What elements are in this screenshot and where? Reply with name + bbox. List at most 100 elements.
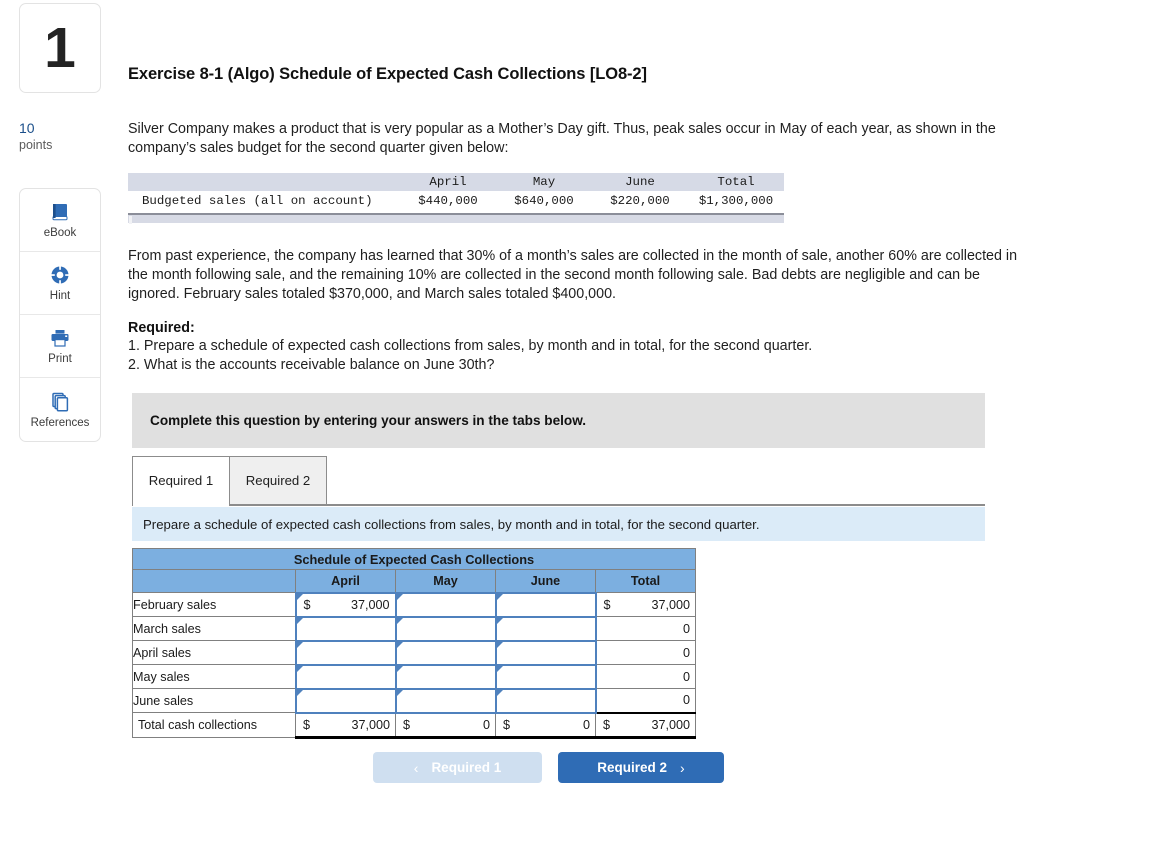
budget-row-label: Budgeted sales (all on account)	[142, 193, 373, 208]
schedule-grid-wrapper: Schedule of Expected Cash Collections Ap…	[132, 548, 696, 739]
page-title: Exercise 8-1 (Algo) Schedule of Expected…	[128, 65, 647, 83]
input-april-june[interactable]	[494, 639, 597, 666]
tab-underline	[132, 504, 985, 506]
budget-table-horizontal-scrollbar[interactable]	[128, 213, 784, 224]
table-row: April sales 0	[132, 639, 696, 666]
budgeted-sales-table: April May June Total Budgeted sales (all…	[128, 173, 784, 210]
points-label: points	[19, 138, 53, 152]
schedule-col-total: Total	[595, 569, 696, 593]
tab-required-1-label: Required 1	[148, 473, 214, 488]
copy-documents-icon	[49, 391, 71, 413]
table-row-total: Total cash collections $37,000 $0 $0 $37…	[132, 711, 696, 739]
total-june: $0	[495, 711, 596, 739]
input-june-june[interactable]	[494, 687, 597, 714]
tab-instruction-bar: Prepare a schedule of expected cash coll…	[132, 507, 985, 541]
input-february-june[interactable]	[494, 591, 597, 618]
tab-required-1[interactable]: Required 1	[132, 456, 230, 504]
cell-value: 37,000	[350, 597, 390, 612]
references-label: References	[30, 416, 90, 429]
input-march-april[interactable]	[294, 615, 397, 642]
chevron-left-icon: ‹	[413, 759, 419, 776]
question-number-box: 1	[19, 3, 101, 93]
cell-value: 0	[682, 669, 690, 684]
required-list: 1. Prepare a schedule of expected cash c…	[128, 337, 1030, 375]
schedule-col-blank	[132, 569, 296, 593]
row-label-march-sales: March sales	[132, 616, 296, 641]
cell-value: 37,000	[651, 717, 690, 732]
points-value: 10	[19, 120, 35, 136]
budget-col-may: May	[496, 173, 592, 191]
previous-required-1-button[interactable]: ‹ Required 1	[373, 752, 542, 783]
currency-symbol: $	[403, 717, 411, 732]
input-april-may[interactable]	[394, 639, 497, 666]
input-june-may[interactable]	[394, 687, 497, 714]
input-april-april[interactable]	[294, 639, 397, 666]
tab-active-notch	[133, 503, 229, 506]
life-ring-icon	[49, 264, 71, 286]
input-march-june[interactable]	[494, 615, 597, 642]
complete-question-notice: Complete this question by entering your …	[132, 393, 985, 448]
row-label-total-cash-collections: Total cash collections	[132, 712, 296, 738]
budget-header-row: April May June Total	[128, 173, 784, 191]
ebook-button[interactable]: eBook	[20, 189, 100, 252]
input-june-april[interactable]	[294, 687, 397, 714]
cell-value: 37,000	[351, 717, 390, 732]
tab-instruction-text: Prepare a schedule of expected cash coll…	[143, 516, 760, 532]
row-label-february-sales: February sales	[132, 592, 296, 617]
computed-june-total: 0	[595, 688, 696, 713]
printer-icon	[49, 327, 71, 349]
question-left-rail: 1 10 points eBook Hint Print References	[0, 0, 120, 846]
chevron-right-icon: ›	[680, 759, 685, 776]
previous-button-label: Required 1	[431, 760, 502, 775]
question-number: 1	[44, 15, 76, 80]
main-content: Exercise 8-1 (Algo) Schedule of Expected…	[128, 0, 1162, 846]
hint-label: Hint	[49, 290, 71, 302]
computed-april-total: 0	[595, 640, 696, 665]
input-february-april[interactable]: $37,000	[294, 591, 397, 618]
input-may-may[interactable]	[394, 663, 497, 690]
currency-symbol: $	[503, 717, 511, 732]
table-row: March sales 0	[132, 615, 696, 642]
complete-question-text: Complete this question by entering your …	[150, 413, 587, 428]
input-may-april[interactable]	[294, 663, 397, 690]
print-label: Print	[48, 353, 72, 365]
tab-required-2[interactable]: Required 2	[229, 456, 327, 504]
references-button[interactable]: References	[20, 378, 100, 441]
input-may-june[interactable]	[494, 663, 597, 690]
hint-button[interactable]: Hint	[20, 252, 100, 315]
tab-required-2-label: Required 2	[245, 473, 311, 488]
book-icon	[49, 201, 71, 223]
cell-value: 0	[482, 717, 490, 732]
cell-value: 0	[682, 645, 690, 660]
intro-paragraph: Silver Company makes a product that is v…	[128, 121, 996, 156]
input-march-may[interactable]	[394, 615, 497, 642]
schedule-header-row: April May June Total	[132, 569, 696, 593]
next-required-2-button[interactable]: Required 2 ›	[558, 752, 724, 783]
next-button-label: Required 2	[597, 760, 668, 775]
currency-symbol: $	[603, 597, 611, 612]
budget-june-value: $220,000	[610, 193, 670, 208]
computed-march-total: 0	[595, 616, 696, 641]
answer-tabs: Required 1 Required 2	[132, 456, 985, 505]
budgeted-sales-table-wrapper: April May June Total Budgeted sales (all…	[128, 173, 784, 224]
row-label-june-sales: June sales	[132, 688, 296, 713]
tool-stack: eBook Hint Print References	[19, 188, 101, 442]
points-block: 10 points	[19, 120, 52, 153]
budget-april-value: $440,000	[418, 193, 478, 208]
table-row: May sales 0	[132, 663, 696, 690]
computed-february-total: $37,000	[595, 592, 696, 617]
budget-total-value: $1,300,000	[698, 193, 774, 208]
budget-col-june: June	[592, 173, 688, 191]
required-item-1: 1. Prepare a schedule of expected cash c…	[128, 338, 813, 354]
budget-col-blank	[128, 173, 400, 191]
budget-col-april: April	[400, 173, 496, 191]
cell-value: 0	[682, 621, 690, 636]
ebook-label: eBook	[43, 227, 77, 239]
schedule-col-june: June	[495, 569, 596, 593]
print-button[interactable]: Print	[20, 315, 100, 378]
schedule-col-may: May	[395, 569, 496, 593]
input-february-may[interactable]	[394, 591, 497, 618]
budget-data-row: Budgeted sales (all on account) $440,000…	[128, 191, 784, 210]
row-label-may-sales: May sales	[132, 664, 296, 689]
schedule-col-april: April	[295, 569, 396, 593]
